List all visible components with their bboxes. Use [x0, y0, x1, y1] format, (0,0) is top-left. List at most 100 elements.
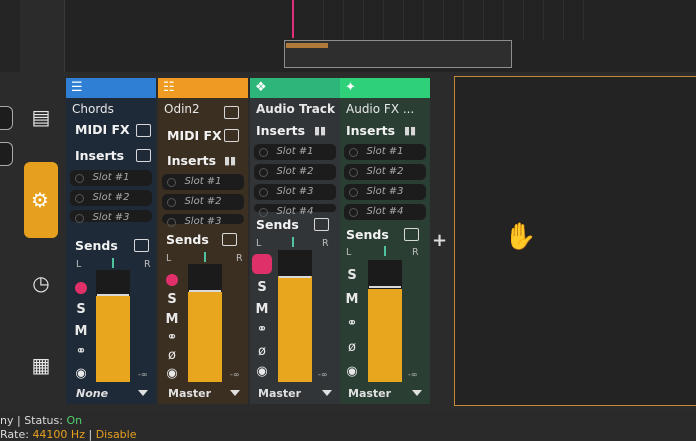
drop-area[interactable]: [454, 76, 696, 406]
output-icon[interactable]: ◉: [164, 366, 180, 381]
record-arm-button[interactable]: [166, 274, 178, 286]
playhead[interactable]: [292, 0, 294, 38]
edge-toggle-2[interactable]: [0, 142, 13, 166]
volume-meter[interactable]: [188, 264, 222, 382]
midi-fx-label[interactable]: MIDI FX: [167, 128, 222, 143]
solo-button[interactable]: S: [254, 280, 270, 295]
pan-right-label: R: [322, 238, 329, 249]
mixer-strip-audio-track[interactable]: ❖ Audio Track Inserts ▮▮ Slot #1 Slot #2…: [250, 78, 340, 404]
strip-header[interactable]: ❖: [250, 78, 340, 98]
inserts-icon[interactable]: [136, 149, 151, 162]
output-icon[interactable]: ◉: [344, 364, 360, 379]
mixer-strip-audio-fx[interactable]: ✦ Audio FX ... Inserts ▮▮ Slot #1 Slot #…: [340, 78, 430, 404]
add-track-button[interactable]: +: [432, 230, 450, 251]
strip-header[interactable]: ☷: [158, 78, 248, 98]
plugin-icon[interactable]: ◷: [26, 268, 56, 298]
chevron-down-icon[interactable]: [322, 390, 332, 396]
sends-label[interactable]: Sends: [346, 227, 389, 242]
output-icon[interactable]: ◉: [254, 364, 270, 379]
sample-rate[interactable]: 44100 Hz: [32, 428, 85, 441]
status-value[interactable]: On: [66, 414, 82, 427]
volume-fader[interactable]: [97, 294, 129, 296]
insert-slot[interactable]: Slot #4: [254, 204, 336, 217]
strip-header[interactable]: ☰: [66, 78, 156, 98]
output-select[interactable]: None: [76, 387, 108, 400]
tracks-icon[interactable]: ▤: [26, 102, 56, 132]
insert-slot[interactable]: Slot #3: [254, 184, 336, 200]
chevron-down-icon[interactable]: [230, 390, 240, 396]
inserts-label[interactable]: Inserts: [256, 123, 305, 138]
mute-button[interactable]: M: [344, 292, 360, 307]
solo-button[interactable]: S: [344, 268, 360, 283]
output-select[interactable]: Master: [258, 387, 301, 400]
meter-fill: [368, 289, 402, 382]
sends-label[interactable]: Sends: [256, 217, 299, 232]
chevron-down-icon[interactable]: [412, 390, 422, 396]
insert-slot[interactable]: Slot #1: [162, 174, 244, 190]
waveform-icon[interactable]: ▮▮: [314, 124, 327, 137]
midi-fx-label[interactable]: MIDI FX: [75, 122, 130, 137]
mute-button[interactable]: M: [73, 324, 89, 339]
insert-slot[interactable]: Slot #1: [254, 144, 336, 160]
mixer-strip-chords[interactable]: ☰ Chords MIDI FX Inserts Slot #1 Slot #2…: [66, 78, 156, 404]
inserts-label[interactable]: Inserts: [346, 123, 395, 138]
output-icon[interactable]: ◉: [73, 366, 89, 381]
volume-meter[interactable]: [96, 270, 130, 382]
waveform-icon[interactable]: ▮▮: [224, 154, 237, 167]
monitor-icon[interactable]: [224, 106, 239, 119]
mute-button[interactable]: M: [254, 302, 270, 317]
insert-slot[interactable]: Slot #2: [254, 164, 336, 180]
insert-slot[interactable]: Slot #1: [70, 170, 152, 186]
midi-fx-icon[interactable]: [224, 129, 239, 142]
sends-label[interactable]: Sends: [75, 238, 118, 253]
sends-icon[interactable]: [404, 228, 419, 241]
chevron-down-icon[interactable]: [138, 390, 148, 396]
volume-meter[interactable]: [368, 260, 402, 382]
phase-icon[interactable]: ø: [164, 348, 180, 363]
insert-slot[interactable]: Slot #3: [70, 210, 152, 223]
pan-knob[interactable]: [384, 246, 386, 256]
volume-fader[interactable]: [369, 286, 401, 288]
volume-meter[interactable]: [278, 250, 312, 382]
edge-toggle-1[interactable]: [0, 106, 13, 130]
solo-button[interactable]: S: [164, 292, 180, 307]
sends-label[interactable]: Sends: [166, 232, 209, 247]
insert-slot[interactable]: Slot #1: [344, 144, 426, 160]
mute-button[interactable]: M: [164, 312, 180, 327]
insert-slot[interactable]: Slot #2: [70, 190, 152, 206]
record-arm-button[interactable]: [252, 254, 272, 274]
headphones-icon[interactable]: ⚭: [254, 322, 270, 337]
phase-icon[interactable]: ø: [254, 344, 270, 359]
volume-fader[interactable]: [279, 276, 311, 278]
headphones-icon[interactable]: ⚭: [73, 344, 89, 359]
strip-header[interactable]: ✦: [340, 78, 430, 98]
insert-slot[interactable]: Slot #2: [344, 164, 426, 180]
sends-icon[interactable]: [134, 239, 149, 252]
record-arm-button[interactable]: [75, 282, 87, 294]
pan-knob[interactable]: [292, 237, 294, 247]
output-select[interactable]: Master: [348, 387, 391, 400]
headphones-icon[interactable]: ⚭: [164, 330, 180, 345]
waveform-icon[interactable]: ▮▮: [404, 124, 417, 137]
phase-icon[interactable]: ø: [344, 340, 360, 355]
mixer-strip-odin2[interactable]: ☷ Odin2 MIDI FX Inserts ▮▮ Slot #1 Slot …: [158, 78, 248, 404]
inserts-label[interactable]: Inserts: [167, 153, 216, 168]
disable-link[interactable]: Disable: [96, 428, 137, 441]
insert-slot[interactable]: Slot #3: [344, 184, 426, 200]
pan-knob[interactable]: [204, 252, 206, 262]
inserts-label[interactable]: Inserts: [75, 148, 124, 163]
output-select[interactable]: Master: [168, 387, 211, 400]
sends-icon[interactable]: [222, 233, 237, 246]
insert-slot[interactable]: Slot #3: [162, 214, 244, 227]
pan-knob[interactable]: [112, 258, 114, 268]
solo-button[interactable]: S: [73, 302, 89, 317]
db-readout: -∞: [318, 370, 328, 379]
midi-fx-icon[interactable]: [136, 124, 151, 137]
insert-slot[interactable]: Slot #2: [162, 194, 244, 210]
insert-slot[interactable]: Slot #4: [344, 204, 426, 220]
volume-fader[interactable]: [189, 290, 221, 292]
sends-icon[interactable]: [314, 218, 329, 231]
headphones-icon[interactable]: ⚭: [344, 316, 360, 331]
mixer-button[interactable]: ⚙: [24, 162, 58, 238]
grid-icon[interactable]: ▦: [26, 350, 56, 380]
